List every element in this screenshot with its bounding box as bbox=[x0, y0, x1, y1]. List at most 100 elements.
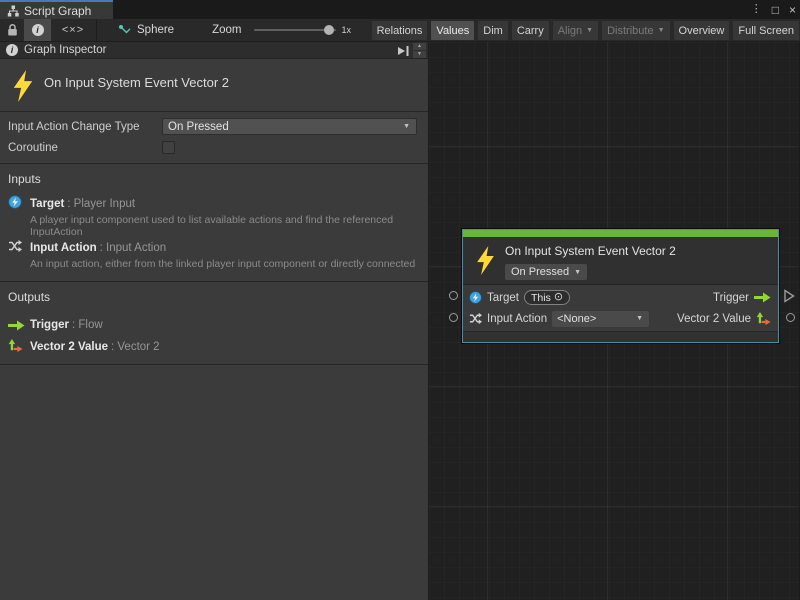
inputs-heading: Inputs bbox=[8, 172, 41, 186]
overview-button[interactable]: Overview bbox=[674, 21, 730, 40]
hierarchy-icon bbox=[7, 5, 19, 17]
lock-button[interactable] bbox=[0, 19, 24, 41]
change-type-label: Input Action Change Type bbox=[8, 121, 140, 133]
player-input-icon bbox=[469, 291, 482, 304]
coroutine-label: Coroutine bbox=[8, 142, 58, 154]
code-view-button[interactable]: <×> bbox=[51, 19, 95, 41]
inspector-header-controls: ▲ ▼ bbox=[396, 42, 426, 59]
target-port-label: Target bbox=[487, 292, 519, 304]
chevron-down-icon: ▼ bbox=[636, 315, 643, 322]
input-target-item: Target: Player Input A player input comp… bbox=[30, 194, 428, 238]
inspected-node-title-block: On Input System Event Vector 2 bbox=[0, 59, 428, 112]
distribute-button[interactable]: Distribute ▼ bbox=[602, 21, 669, 40]
align-label: Align bbox=[558, 25, 582, 37]
dim-button[interactable]: Dim bbox=[478, 21, 508, 40]
window-controls: ⋮ □ × bbox=[751, 0, 796, 19]
graph-inspector-title: Graph Inspector bbox=[24, 44, 106, 56]
outputs-section: Outputs Trigger: Flow bbox=[0, 282, 428, 365]
lightning-bolt-icon bbox=[476, 246, 495, 275]
input-action-input-port[interactable] bbox=[449, 313, 458, 322]
graph-inspector-header: i Graph Inspector ▲ ▼ bbox=[0, 42, 428, 59]
outputs-heading: Outputs bbox=[8, 290, 50, 304]
chevron-down-icon: ▼ bbox=[403, 123, 410, 130]
target-input-port[interactable] bbox=[449, 291, 458, 300]
toolbar-buttons: Relations Values Dim Carry Align ▼ Distr… bbox=[372, 21, 800, 40]
coroutine-checkbox[interactable] bbox=[162, 141, 175, 154]
node-row-input-action: Input Action <None> ▼ Vector 2 Value bbox=[463, 308, 778, 329]
dock-panel-icon[interactable] bbox=[396, 45, 410, 57]
input-action-item: Input Action: Input Action An input acti… bbox=[30, 238, 428, 271]
maximize-icon[interactable]: □ bbox=[772, 4, 779, 16]
graph-owner-label: Sphere bbox=[137, 24, 174, 36]
vector2-output-port[interactable] bbox=[786, 313, 795, 322]
titlebar: Script Graph ⋮ □ × bbox=[0, 0, 800, 19]
zoom-control: Zoom 1x bbox=[212, 24, 351, 36]
distribute-label: Distribute bbox=[607, 25, 653, 37]
vector2-icon bbox=[756, 311, 771, 326]
node-footer bbox=[463, 331, 778, 342]
inspected-node-title: On Input System Event Vector 2 bbox=[44, 75, 229, 90]
zoom-level: 1x bbox=[342, 25, 352, 35]
node-title: On Input System Event Vector 2 bbox=[505, 244, 676, 258]
input-name: Input Action bbox=[30, 242, 97, 254]
event-mode-dropdown[interactable]: On Pressed ▼ bbox=[505, 264, 587, 280]
node-row-target: Target This ⊙ Trigger bbox=[463, 287, 778, 308]
spin-up-button[interactable]: ▲ bbox=[413, 43, 426, 50]
input-action-port-label: Input Action bbox=[487, 313, 547, 325]
toolbar-left: i <×> Sphere Zoom 1x bbox=[0, 19, 351, 41]
object-picker-icon[interactable]: ⊙ bbox=[554, 292, 563, 303]
graph-context: Sphere bbox=[98, 24, 184, 37]
flow-arrow-icon bbox=[754, 292, 771, 303]
graph-toolbar: i <×> Sphere Zoom 1x bbox=[0, 19, 800, 42]
graph-owner-icon bbox=[118, 24, 131, 37]
graph-inspector-panel: i Graph Inspector ▲ ▼ bbox=[0, 42, 429, 600]
graph-canvas[interactable]: On Input System Event Vector 2 On Presse… bbox=[429, 42, 799, 600]
target-value: This bbox=[531, 292, 551, 304]
input-description: A player input component used to list av… bbox=[30, 215, 428, 238]
node-body: Target This ⊙ Trigger bbox=[463, 285, 778, 331]
relations-button[interactable]: Relations bbox=[372, 21, 428, 40]
chevron-down-icon: ▼ bbox=[586, 27, 593, 34]
input-type: : Input Action bbox=[100, 242, 167, 254]
input-action-dropdown[interactable]: <None> ▼ bbox=[552, 311, 649, 327]
event-mode-value: On Pressed bbox=[511, 266, 569, 278]
event-node-wrapper: On Input System Event Vector 2 On Presse… bbox=[462, 229, 779, 343]
panel-spinner: ▲ ▼ bbox=[413, 43, 426, 58]
info-icon: i bbox=[32, 24, 44, 36]
tab-title: Script Graph bbox=[24, 4, 91, 18]
info-icon: i bbox=[6, 44, 18, 56]
vector2-icon bbox=[8, 338, 23, 358]
zoom-slider-handle[interactable] bbox=[324, 25, 334, 35]
change-type-value: On Pressed bbox=[168, 121, 229, 133]
align-button[interactable]: Align ▼ bbox=[553, 21, 598, 40]
zoom-slider[interactable] bbox=[254, 29, 336, 31]
fullscreen-button[interactable]: Full Screen bbox=[733, 21, 799, 40]
input-action-icon bbox=[469, 312, 482, 325]
on-input-system-event-node[interactable]: On Input System Event Vector 2 On Presse… bbox=[462, 229, 779, 343]
output-name: Trigger bbox=[30, 319, 69, 331]
values-button[interactable]: Values bbox=[431, 21, 474, 40]
spin-down-button[interactable]: ▼ bbox=[413, 51, 426, 58]
toolbar-separator bbox=[96, 19, 97, 41]
target-value-chip[interactable]: This ⊙ bbox=[524, 290, 570, 305]
chevron-down-icon: ▼ bbox=[658, 27, 665, 34]
close-icon[interactable]: × bbox=[789, 4, 796, 16]
lock-icon bbox=[6, 23, 19, 37]
input-description: An input action, either from the linked … bbox=[30, 259, 428, 271]
window-menu-icon[interactable]: ⋮ bbox=[751, 4, 762, 15]
trigger-output-port[interactable] bbox=[783, 289, 795, 308]
node-settings-section: Input Action Change Type On Pressed ▼ Co… bbox=[0, 112, 428, 164]
output-name: Vector 2 Value bbox=[30, 341, 108, 353]
change-type-dropdown[interactable]: On Pressed ▼ bbox=[162, 118, 417, 135]
script-graph-window: Script Graph ⋮ □ × i <×> bbox=[0, 0, 800, 600]
output-type: : Vector 2 bbox=[111, 341, 160, 353]
input-name: Target bbox=[30, 198, 64, 210]
tab-script-graph[interactable]: Script Graph bbox=[0, 0, 113, 19]
zoom-label: Zoom bbox=[212, 24, 241, 36]
flow-arrow-icon bbox=[8, 318, 25, 336]
output-vector2-item: Vector 2 Value: Vector 2 bbox=[30, 337, 160, 355]
input-action-icon bbox=[8, 239, 22, 258]
inspector-toggle-button[interactable]: i bbox=[24, 19, 51, 41]
carry-button[interactable]: Carry bbox=[512, 21, 549, 40]
main-split: i Graph Inspector ▲ ▼ bbox=[0, 42, 800, 600]
